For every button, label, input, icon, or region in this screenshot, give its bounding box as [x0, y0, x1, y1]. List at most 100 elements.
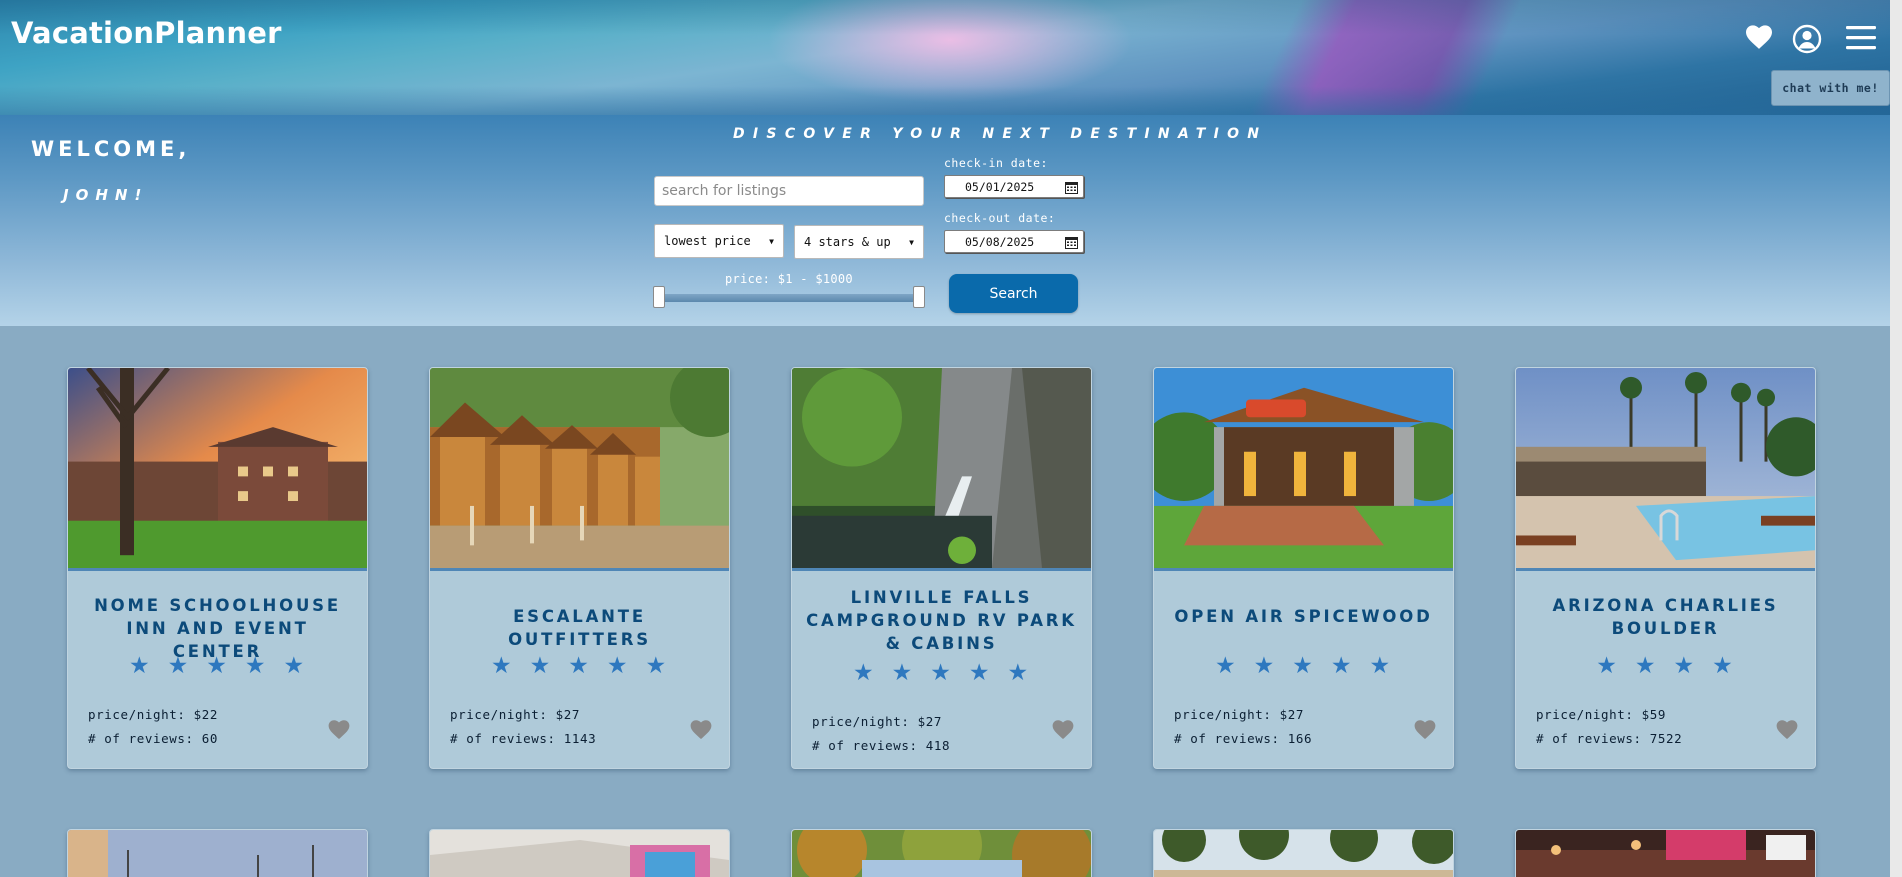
listing-title[interactable]: LINVILLE FALLS CAMPGROUND RV PARK & CABI…: [804, 586, 1079, 655]
star-icon: ★: [891, 660, 931, 686]
checkout-label: check-out date:: [944, 211, 1056, 225]
star-icon: ★: [1596, 653, 1635, 679]
listing-reviews: # of reviews: 166: [1174, 731, 1313, 746]
favorite-heart-icon[interactable]: [1051, 718, 1075, 740]
listing-rating-stars: ★★★★★: [68, 653, 367, 679]
listing-reviews: # of reviews: 7522: [1536, 731, 1683, 746]
favorite-heart-icon[interactable]: [1775, 718, 1799, 740]
checkout-date-field[interactable]: 05/08/2025: [944, 230, 1084, 253]
star-icon: ★: [852, 660, 892, 686]
search-tagline: DISCOVER YOUR NEXT DESTINATION: [733, 126, 1268, 142]
listing-title[interactable]: OPEN AIR SPICEWOOD: [1166, 605, 1441, 628]
listing-photo[interactable]: [430, 368, 729, 571]
listing-photo[interactable]: [1154, 368, 1453, 571]
calendar-icon[interactable]: [1065, 236, 1078, 249]
price-range-label: price: $1 - $1000: [725, 272, 853, 286]
star-icon: ★: [1673, 653, 1713, 679]
star-icon: ★: [1214, 653, 1254, 679]
price-slider-min-handle[interactable]: [653, 286, 665, 308]
star-icon: ★: [1253, 653, 1293, 679]
checkout-date-value: 05/08/2025: [965, 234, 1035, 249]
checkin-date-value: 05/01/2025: [965, 179, 1035, 194]
listing-photo[interactable]: [1516, 830, 1815, 877]
listing-photo[interactable]: [68, 830, 367, 877]
hamburger-menu-icon[interactable]: [1846, 24, 1876, 52]
listing-photo[interactable]: [68, 368, 367, 571]
listing-price: price/night: $59: [1536, 707, 1667, 722]
header-banner: [0, 0, 1890, 115]
listing-title[interactable]: ESCALANTE OUTFITTERS: [442, 605, 717, 651]
rating-dropdown[interactable]: 4 stars & up ▼: [794, 225, 924, 259]
favorite-heart-icon[interactable]: [689, 718, 713, 740]
listing-meta: price/night: $22 # of reviews: 60: [88, 703, 218, 751]
calendar-icon[interactable]: [1065, 181, 1078, 194]
listing-price: price/night: $27: [812, 714, 943, 729]
price-slider-track[interactable]: [658, 294, 920, 302]
star-icon: ★: [490, 653, 530, 679]
brand-logo[interactable]: VacationPlanner: [11, 16, 282, 50]
listing-card[interactable]: [1153, 829, 1454, 877]
star-icon: ★: [128, 653, 168, 679]
search-input[interactable]: [654, 176, 924, 206]
star-icon: ★: [529, 653, 569, 679]
star-icon: ★: [1007, 660, 1047, 686]
checkin-date-field[interactable]: 05/01/2025: [944, 175, 1084, 198]
chevron-down-icon: ▼: [909, 237, 914, 247]
star-icon: ★: [568, 653, 607, 679]
listing-card[interactable]: [791, 829, 1092, 877]
listing-price: price/night: $27: [1174, 707, 1305, 722]
sort-dropdown[interactable]: lowest price ▼: [654, 224, 784, 258]
listing-rating-stars: ★★★★★: [1154, 653, 1453, 679]
price-slider-max-handle[interactable]: [913, 286, 925, 308]
favorite-heart-icon[interactable]: [1413, 718, 1437, 740]
listing-reviews: # of reviews: 60: [88, 731, 219, 746]
star-icon: ★: [1292, 653, 1331, 679]
search-button[interactable]: Search: [949, 274, 1078, 313]
listing-photo[interactable]: [792, 368, 1091, 571]
listing-rating-stars: ★★★★★: [430, 653, 729, 679]
star-icon: ★: [283, 653, 323, 679]
star-icon: ★: [206, 653, 245, 679]
star-icon: ★: [930, 660, 969, 686]
star-icon: ★: [1712, 653, 1751, 679]
listing-rating-stars: ★★★★★: [792, 660, 1091, 686]
listing-card[interactable]: [1515, 829, 1816, 877]
listing-card[interactable]: ARIZONA CHARLIES BOULDER ★★★★ price/nigh…: [1515, 367, 1816, 769]
listing-rating-stars: ★★★★: [1516, 653, 1815, 679]
star-icon: ★: [1330, 653, 1370, 679]
listing-photo[interactable]: [1154, 830, 1453, 877]
listing-title[interactable]: ARIZONA CHARLIES BOULDER: [1528, 594, 1803, 640]
listing-photo[interactable]: [1516, 368, 1815, 571]
chevron-down-icon: ▼: [769, 236, 774, 246]
star-icon: ★: [1634, 653, 1674, 679]
listing-price: price/night: $22: [88, 707, 219, 722]
star-icon: ★: [968, 660, 1008, 686]
listing-card[interactable]: [67, 829, 368, 877]
listing-card[interactable]: LINVILLE FALLS CAMPGROUND RV PARK & CABI…: [791, 367, 1092, 769]
checkin-label: check-in date:: [944, 156, 1048, 170]
listing-reviews: # of reviews: 418: [812, 738, 951, 753]
user-profile-icon[interactable]: [1792, 24, 1822, 54]
favorite-heart-icon[interactable]: [327, 718, 351, 740]
listing-card[interactable]: [429, 829, 730, 877]
page-scrollbar[interactable]: [1890, 0, 1902, 877]
favorites-heart-icon[interactable]: [1744, 22, 1774, 52]
chat-button[interactable]: chat with me!: [1771, 70, 1890, 106]
star-icon: ★: [244, 653, 284, 679]
listing-card[interactable]: NOME SCHOOLHOUSE INN AND EVENT CENTER ★★…: [67, 367, 368, 769]
listing-card[interactable]: ESCALANTE OUTFITTERS ★★★★★ price/night: …: [429, 367, 730, 769]
listing-photo[interactable]: [430, 830, 729, 877]
listing-meta: price/night: $27 # of reviews: 418: [812, 710, 950, 758]
welcome-greeting: WELCOME,: [31, 137, 191, 161]
sort-dropdown-value: lowest price: [664, 234, 751, 248]
star-icon: ★: [1369, 653, 1409, 679]
star-icon: ★: [167, 653, 207, 679]
listing-price: price/night: $27: [450, 707, 581, 722]
listing-meta: price/night: $27 # of reviews: 1143: [450, 703, 596, 751]
rating-dropdown-value: 4 stars & up: [804, 235, 891, 249]
listing-photo[interactable]: [792, 830, 1091, 877]
listing-card[interactable]: OPEN AIR SPICEWOOD ★★★★★ price/night: $2…: [1153, 367, 1454, 769]
listing-reviews: # of reviews: 1143: [450, 731, 597, 746]
welcome-username: JOHN!: [63, 186, 149, 204]
star-icon: ★: [645, 653, 685, 679]
